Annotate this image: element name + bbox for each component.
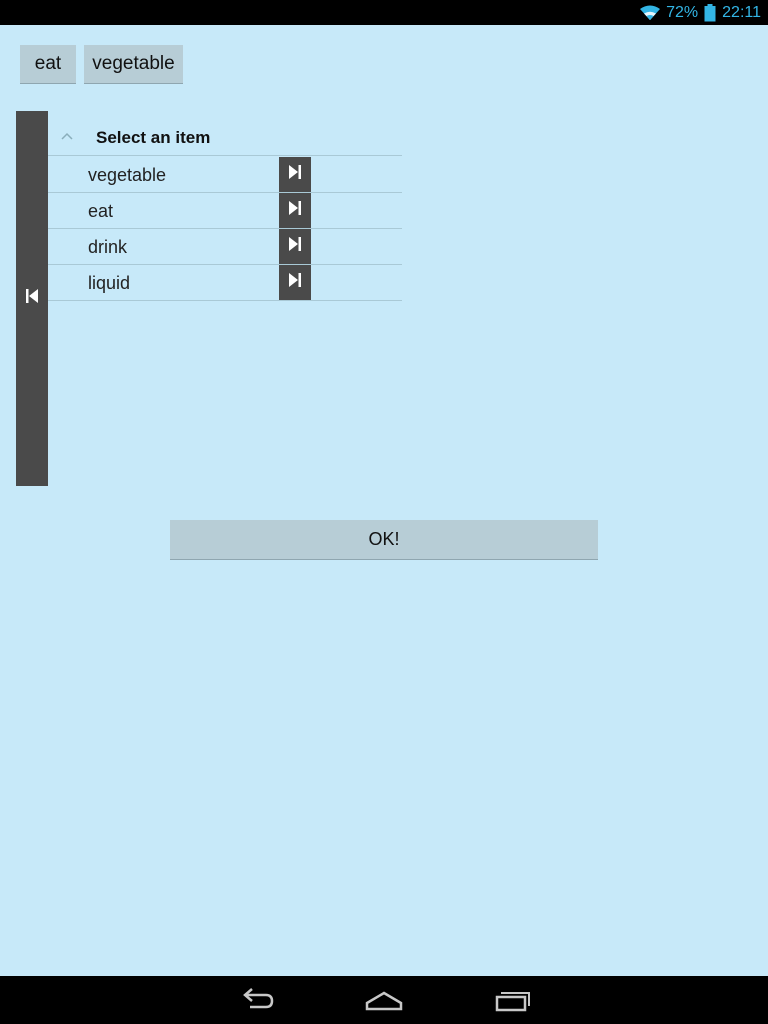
expand-item-button[interactable]: [279, 265, 311, 300]
skip-next-icon: [288, 236, 302, 257]
skip-next-icon: [288, 272, 302, 293]
battery-percent: 72%: [666, 3, 699, 21]
list-title: Select an item: [96, 128, 211, 147]
list-item-label: eat: [88, 201, 114, 221]
home-icon[interactable]: [364, 986, 404, 1019]
skip-next-icon: [288, 164, 302, 185]
list-item-liquid[interactable]: liquid: [48, 265, 402, 301]
chip-vegetable[interactable]: vegetable: [84, 45, 183, 84]
status-icons: 72% 22:11: [640, 0, 761, 25]
list-item-label: liquid: [88, 273, 131, 293]
battery-icon: [704, 3, 716, 22]
clock: 22:11: [722, 3, 761, 21]
expand-item-button[interactable]: [279, 157, 311, 192]
skip-next-icon: [288, 200, 302, 221]
back-to-parent-button[interactable]: [16, 111, 48, 486]
ok-button[interactable]: OK!: [170, 520, 598, 560]
navigation-bar: [0, 976, 768, 1024]
wifi-icon: [640, 5, 661, 21]
skip-previous-icon: [25, 288, 39, 309]
list-item-drink[interactable]: drink: [48, 229, 402, 265]
chevron-up-icon[interactable]: [60, 128, 74, 146]
status-bar: 72% 22:11: [0, 0, 768, 25]
list-item-vegetable[interactable]: vegetable: [48, 157, 402, 193]
back-icon[interactable]: [236, 986, 276, 1019]
chip-eat[interactable]: eat: [20, 45, 76, 84]
list-item-eat[interactable]: eat: [48, 193, 402, 229]
list-header[interactable]: Select an item: [48, 118, 402, 156]
list-item-label: drink: [88, 237, 128, 257]
recent-apps-icon[interactable]: [494, 986, 534, 1019]
expand-item-button[interactable]: [279, 229, 311, 264]
list-item-label: vegetable: [88, 165, 167, 185]
expand-item-button[interactable]: [279, 193, 311, 228]
